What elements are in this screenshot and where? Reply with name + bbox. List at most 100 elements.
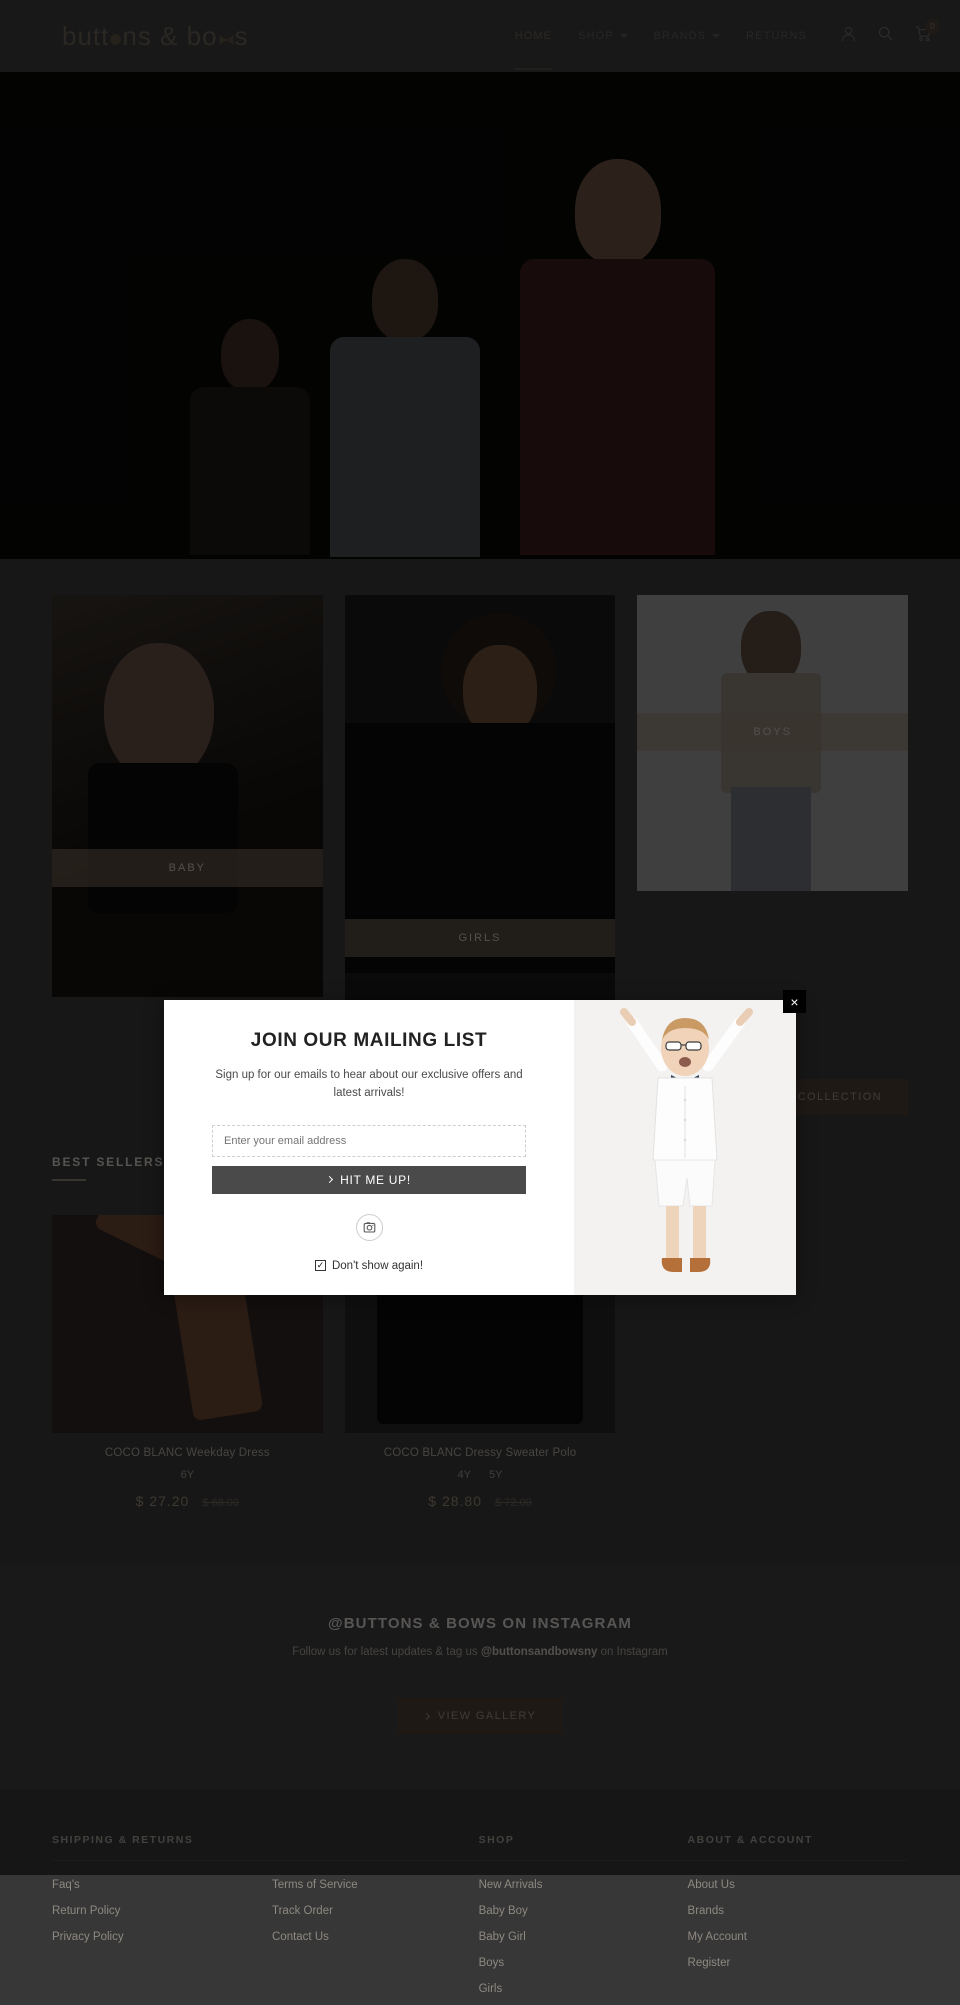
instagram-heading: @BUTTONS & BOWS ON INSTAGRAM	[327, 1615, 633, 1632]
email-input[interactable]	[212, 1124, 526, 1157]
chevron-right-icon	[422, 1712, 430, 1720]
footer-link[interactable]: Register	[688, 1957, 908, 1969]
search-icon[interactable]	[878, 26, 893, 46]
nav-label-brands: BRANDS	[653, 30, 707, 42]
category-label-text: GIRLS	[458, 932, 502, 944]
product-price: $ 27.20 $ 68.00	[52, 1493, 323, 1509]
newsletter-modal: × JOIN OUR MAILING LIST Sign up for our …	[164, 990, 806, 1295]
account-icon[interactable]	[841, 26, 856, 47]
dont-show-checkbox[interactable]: ✓	[314, 1260, 326, 1272]
view-gallery-button[interactable]: VIEW GALLERY	[397, 1698, 563, 1734]
logo-dot	[110, 33, 122, 45]
category-banner-row: BABY GIRLS BOYS	[0, 559, 960, 1065]
product-title: COCO BLANC Dressy Sweater Polo	[383, 1447, 577, 1459]
product-sizes: 6Y	[52, 1469, 323, 1481]
category-label-text: BOYS	[753, 726, 792, 738]
nav-label-returns: RETURNS	[746, 30, 807, 42]
footer-divider	[687, 1860, 908, 1861]
footer-divider	[52, 1860, 479, 1861]
footer-heading-shipping: SHIPPING & RETURNS	[52, 1834, 194, 1846]
price-original: $ 72.00	[495, 1497, 532, 1509]
footer-link[interactable]: My Account	[688, 1931, 908, 1943]
product-size[interactable]: 5Y	[489, 1469, 502, 1481]
chevron-down-icon	[712, 34, 721, 38]
footer-heading-about: ABOUT & ACCOUNT	[687, 1834, 813, 1846]
instagram-icon[interactable]	[355, 1213, 383, 1241]
cart-icon[interactable]: 0	[915, 18, 940, 47]
hero-figure-center	[330, 259, 480, 559]
nav-item-returns[interactable]: RETURNS	[746, 24, 807, 48]
modal-social-row	[212, 1213, 526, 1241]
brand-logo[interactable]: butt ns & bo s	[62, 21, 249, 52]
main-nav: HOME SHOP BRANDS RETURNS	[514, 24, 807, 70]
submit-label: HIT ME UP!	[340, 1172, 411, 1187]
footer-links-shipping-col2: Terms of Service Track Order Contact Us	[272, 1879, 358, 1943]
footer-link[interactable]: Boys	[479, 1957, 688, 1969]
product-size[interactable]: 4Y	[458, 1469, 471, 1481]
price-sale: $ 27.20	[135, 1493, 190, 1509]
footer-heading-shop: SHOP	[478, 1834, 515, 1846]
modal-title: JOIN OUR MAILING LIST	[250, 1030, 488, 1051]
product-size[interactable]: 6Y	[181, 1469, 194, 1481]
footer-link[interactable]: Baby Girl	[479, 1931, 688, 1943]
footer-links-about: About Us Brands My Account Register	[688, 1879, 908, 1969]
category-label-girls: GIRLS	[344, 919, 616, 957]
dont-show-again-row[interactable]: ✓ Don't show again!	[212, 1260, 526, 1272]
category-card-girls[interactable]: GIRLS	[344, 595, 616, 1065]
chevron-right-icon	[326, 1176, 334, 1184]
cart-count-badge: 0	[925, 18, 940, 34]
footer-link[interactable]: About Us	[688, 1879, 908, 1891]
footer-link[interactable]: Privacy Policy	[52, 1931, 272, 1943]
hero-banner[interactable]	[0, 72, 960, 559]
modal-subtitle: Sign up for our emails to hear about our…	[215, 1069, 523, 1099]
view-gallery-wrap: VIEW GALLERY	[52, 1698, 908, 1734]
product-sizes: 4Y 5Y	[345, 1469, 616, 1481]
chevron-down-icon	[619, 34, 628, 38]
footer-link[interactable]: Brands	[688, 1905, 908, 1917]
modal-image	[574, 1000, 796, 1295]
close-icon[interactable]: ×	[783, 990, 806, 1013]
instagram-subtitle: Follow us for latest updates & tag us @b…	[52, 1646, 908, 1658]
category-label-baby: BABY	[52, 849, 323, 887]
footer-link[interactable]: Track Order	[272, 1905, 358, 1917]
footer-link[interactable]: Faq's	[52, 1879, 272, 1891]
submit-button[interactable]: HIT ME UP!	[212, 1165, 526, 1194]
logo-text-part-3: s	[234, 20, 249, 51]
logo-text-part-1: butt	[62, 20, 110, 51]
nav-item-shop[interactable]: SHOP	[578, 24, 628, 48]
footer-link[interactable]: Contact Us	[272, 1931, 358, 1943]
instagram-handle[interactable]: @buttonsandbowsny	[481, 1646, 598, 1658]
category-label-boys: BOYS	[637, 713, 909, 751]
dont-show-label: Don't show again!	[331, 1259, 424, 1272]
category-card-boys[interactable]: BOYS	[637, 595, 909, 891]
instagram-sub-suffix: on Instagram	[597, 1646, 668, 1658]
footer-divider	[478, 1860, 688, 1861]
footer-links-shipping-col1: Faq's Return Policy Privacy Policy	[52, 1879, 272, 1943]
nav-item-home[interactable]: HOME	[514, 24, 553, 70]
logo-text-part-2: ns & bo	[122, 20, 218, 51]
nav-label-shop: SHOP	[578, 30, 614, 42]
footer-link[interactable]: New Arrivals	[479, 1879, 688, 1891]
nav-label-home: HOME	[514, 30, 553, 42]
view-gallery-label: VIEW GALLERY	[437, 1710, 537, 1722]
product-price: $ 28.80 $ 72.00	[345, 1493, 616, 1509]
footer-column-shipping: SHIPPING & RETURNS Faq's Return Policy P…	[52, 1834, 479, 1995]
category-card-baby[interactable]: BABY	[52, 595, 323, 997]
price-sale: $ 28.80	[428, 1493, 483, 1509]
footer-link[interactable]: Terms of Service	[272, 1879, 358, 1891]
footer-link[interactable]: Girls	[479, 1983, 688, 1995]
footer-link[interactable]: Baby Boy	[479, 1905, 688, 1917]
footer-link[interactable]: Return Policy	[52, 1905, 272, 1917]
hero-figure-right	[520, 159, 715, 559]
site-header: butt ns & bo s HOME SHOP BRANDS RETURNS	[0, 0, 960, 72]
instagram-section: @BUTTONS & BOWS ON INSTAGRAM Follow us f…	[0, 1563, 960, 1790]
bow-icon	[219, 22, 234, 45]
price-original: $ 68.00	[202, 1497, 240, 1509]
nav-item-brands[interactable]: BRANDS	[653, 24, 721, 48]
section-underline	[52, 1179, 86, 1181]
instagram-sub-prefix: Follow us for latest updates & tag us	[292, 1646, 481, 1658]
header-icon-group: 0	[841, 18, 940, 47]
modal-content: JOIN OUR MAILING LIST Sign up for our em…	[164, 1000, 574, 1295]
close-glyph: ×	[790, 993, 799, 1010]
header-right: HOME SHOP BRANDS RETURNS 0	[514, 18, 940, 70]
